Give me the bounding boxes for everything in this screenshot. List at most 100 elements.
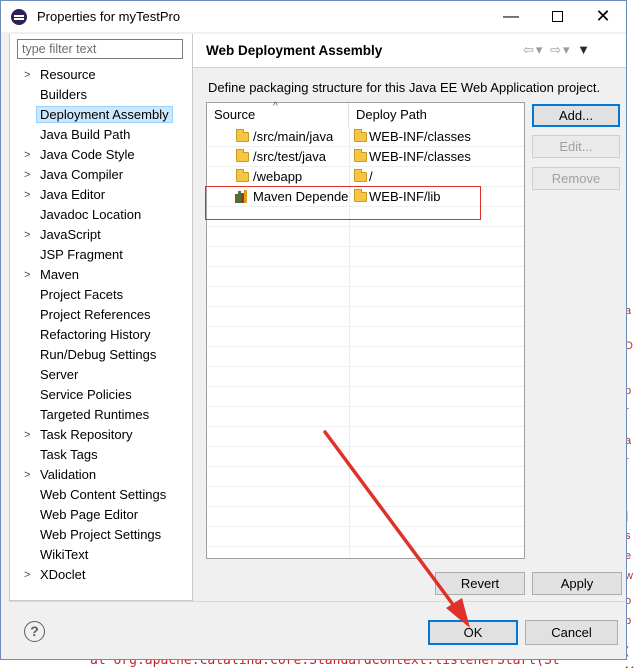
apply-button[interactable]: Apply xyxy=(532,572,622,595)
tree-item-label: Targeted Runtimes xyxy=(40,407,150,422)
tree-item-label: JSP Fragment xyxy=(40,247,123,262)
tree-item[interactable]: Javadoc Location xyxy=(10,205,192,225)
tree-item[interactable]: Targeted Runtimes xyxy=(10,405,192,425)
maximize-button[interactable] xyxy=(534,1,580,32)
table-row[interactable]: /src/test/java WEB-INF/classes xyxy=(207,147,524,167)
tree-item[interactable]: > XDoclet xyxy=(10,565,192,585)
preference-tree: > Resource Builders Deployment Assembly Java… xyxy=(10,65,192,585)
remove-button[interactable]: Remove xyxy=(532,167,620,190)
table-row[interactable]: /webapp / xyxy=(207,167,524,187)
table-row[interactable] xyxy=(207,267,524,287)
chevron-right-icon[interactable]: > xyxy=(24,185,30,205)
back-arrow-icon[interactable]: ⇦ xyxy=(523,42,536,57)
tree-item-label: Web Content Settings xyxy=(40,487,167,502)
table-row[interactable] xyxy=(207,387,524,407)
deploy-path-cell: / xyxy=(369,169,373,184)
page-pane: Web Deployment Assembly ⇦▾ ⇨▾ ▼ Define p… xyxy=(193,34,626,601)
tree-item[interactable]: WikiText xyxy=(10,545,192,565)
table-row[interactable] xyxy=(207,307,524,327)
chevron-right-icon[interactable]: > xyxy=(24,65,30,85)
tree-item[interactable]: Web Content Settings xyxy=(10,485,192,505)
tree-item-label: Java Editor xyxy=(40,187,106,202)
tree-item[interactable]: Web Page Editor xyxy=(10,505,192,525)
chevron-right-icon[interactable]: > xyxy=(24,565,30,585)
table-row[interactable] xyxy=(207,427,524,447)
table-row[interactable] xyxy=(207,287,524,307)
page-navigation: ⇦▾ ⇨▾ ▼ xyxy=(523,42,592,58)
tree-item[interactable]: > Java Compiler xyxy=(10,165,192,185)
table-row[interactable] xyxy=(207,247,524,267)
chevron-right-icon[interactable]: > xyxy=(24,145,30,165)
tree-item[interactable]: > Resource xyxy=(10,65,192,85)
deploy-path-cell: WEB-INF/classes xyxy=(369,129,471,144)
filter-input[interactable]: type filter text xyxy=(17,39,183,59)
tree-item[interactable]: > Java Editor xyxy=(10,185,192,205)
chevron-right-icon[interactable]: > xyxy=(24,225,30,245)
tree-item[interactable]: Server xyxy=(10,365,192,385)
tree-item[interactable]: Project References xyxy=(10,305,192,325)
table-row[interactable] xyxy=(207,447,524,467)
tree-item[interactable]: Deployment Assembly xyxy=(10,105,192,125)
tree-item[interactable]: Project Facets xyxy=(10,285,192,305)
tree-item[interactable]: Web Project Settings xyxy=(10,525,192,545)
tree-item-label: Server xyxy=(40,367,79,382)
tree-item[interactable]: Builders xyxy=(10,85,192,105)
table-row[interactable] xyxy=(207,487,524,507)
tree-item[interactable]: Service Policies xyxy=(10,385,192,405)
help-icon[interactable]: ? xyxy=(24,621,45,642)
tree-item[interactable]: Task Tags xyxy=(10,445,192,465)
table-row[interactable] xyxy=(207,327,524,347)
chevron-right-icon[interactable]: > xyxy=(24,465,30,485)
maximize-icon xyxy=(551,11,563,22)
chevron-right-icon[interactable]: > xyxy=(24,165,30,185)
tree-item-label: Web Project Settings xyxy=(40,527,162,542)
tree-item-label: Javadoc Location xyxy=(40,207,142,222)
cancel-button[interactable]: Cancel xyxy=(525,620,618,645)
tree-item[interactable]: Java Build Path xyxy=(10,125,192,145)
close-button[interactable]: ✕ xyxy=(580,1,626,32)
tree-item[interactable]: > Task Repository xyxy=(10,425,192,445)
ok-button[interactable]: OK xyxy=(428,620,518,645)
tree-item[interactable]: > Maven xyxy=(10,265,192,285)
chevron-right-icon[interactable]: > xyxy=(24,265,30,285)
tree-item[interactable]: > Validation xyxy=(10,465,192,485)
source-cell: /src/main/java xyxy=(253,129,334,144)
column-header-source[interactable]: ^ Source xyxy=(207,101,349,127)
table-row[interactable]: /src/main/java WEB-INF/classes xyxy=(207,127,524,147)
tree-item[interactable]: Run/Debug Settings xyxy=(10,345,192,365)
tree-item[interactable]: > Java Code Style xyxy=(10,145,192,165)
table-row[interactable] xyxy=(207,347,524,367)
table-row[interactable] xyxy=(207,367,524,387)
page-header: Web Deployment Assembly ⇦▾ ⇨▾ ▼ xyxy=(193,34,626,68)
table-row[interactable] xyxy=(207,507,524,527)
folder-icon xyxy=(354,169,367,182)
tree-item-label: JavaScript xyxy=(40,227,101,242)
add-button[interactable]: Add... xyxy=(532,104,620,127)
folder-icon xyxy=(236,129,249,142)
forward-arrow-icon[interactable]: ⇨ xyxy=(550,42,563,57)
edit-button[interactable]: Edit... xyxy=(532,135,620,158)
tree-item[interactable]: > JavaScript xyxy=(10,225,192,245)
minimize-button[interactable]: — xyxy=(488,1,534,32)
back-dropdown-icon[interactable]: ▾ xyxy=(536,42,545,57)
tree-item[interactable]: Refactoring History xyxy=(10,325,192,345)
tree-item-label: Service Policies xyxy=(40,387,132,402)
view-menu-icon[interactable]: ▼ xyxy=(577,42,592,57)
revert-button[interactable]: Revert xyxy=(435,572,525,595)
chevron-right-icon[interactable]: > xyxy=(24,425,30,445)
tree-item-label: Web Page Editor xyxy=(40,507,139,522)
annotation-highlight-box xyxy=(205,186,481,220)
table-row[interactable] xyxy=(207,227,524,247)
folder-icon xyxy=(354,149,367,162)
source-cell: /webapp xyxy=(253,169,303,184)
table-row[interactable] xyxy=(207,527,524,547)
assembly-table: ^ Source Deploy Path /src/main/java WEB-I… xyxy=(206,101,525,567)
tree-item-label: Refactoring History xyxy=(40,327,151,342)
column-header-deploy-path[interactable]: Deploy Path xyxy=(349,103,525,127)
tree-item[interactable]: JSP Fragment xyxy=(10,245,192,265)
table-row[interactable] xyxy=(207,407,524,427)
forward-dropdown-icon[interactable]: ▾ xyxy=(563,42,572,57)
table-row[interactable] xyxy=(207,547,524,567)
folder-icon xyxy=(236,169,249,182)
table-row[interactable] xyxy=(207,467,524,487)
